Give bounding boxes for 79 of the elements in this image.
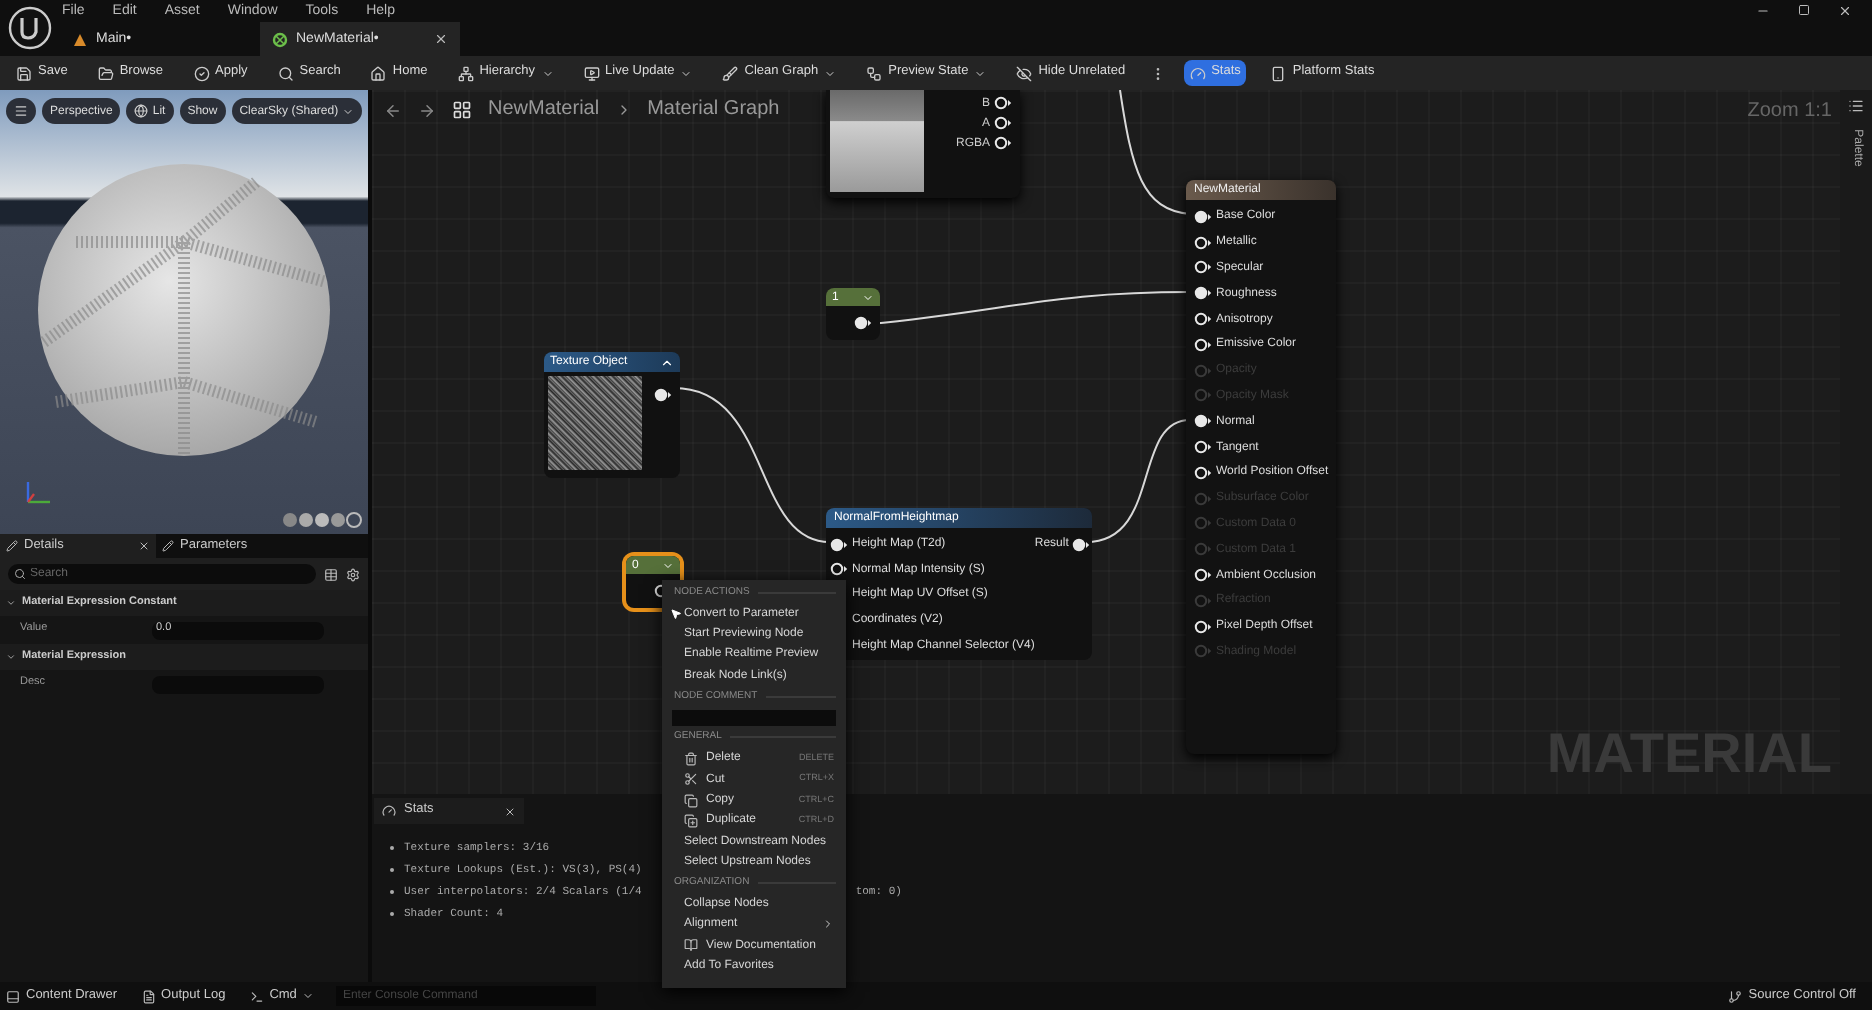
menu-button[interactable] [6,98,36,124]
hierarchy-icon [457,65,474,81]
texture-preview [830,90,924,192]
save-icon [16,65,32,81]
eye-off-icon [1016,65,1033,81]
table-icon[interactable] [324,567,338,581]
caret-icon [974,67,987,79]
logo-icon[interactable] [8,6,52,50]
close-icon[interactable] [504,805,516,817]
pin-icon[interactable] [654,388,672,402]
zoom-level: Zoom 1:1 [1747,102,1832,122]
maximize-icon[interactable] [1798,3,1810,15]
pin-icon[interactable] [1194,337,1212,352]
comment-field[interactable] [672,709,836,726]
collapse-icon[interactable] [660,355,674,369]
preview-shapes-icon[interactable] [282,512,362,528]
caret-icon [541,67,554,79]
caret-icon[interactable] [662,559,674,571]
caret-icon [342,105,355,117]
pin-icon[interactable] [1194,440,1212,455]
pin-icon[interactable] [1194,465,1212,480]
gauge-icon [1189,65,1206,81]
caret-icon[interactable] [862,291,874,303]
graph-canvas[interactable] [372,90,1840,794]
pin-icon[interactable] [1194,312,1212,327]
search-icon [14,568,26,580]
close-icon[interactable] [1838,3,1852,17]
pin-icon[interactable] [1194,286,1212,301]
back-icon[interactable] [384,101,402,119]
cut-icon [684,772,698,787]
home-icon [370,65,387,81]
pin-icon[interactable] [1194,260,1212,275]
pin-icon[interactable] [1194,619,1212,634]
pin-icon[interactable] [994,136,1012,150]
breadcrumb-item[interactable]: Material Graph [647,100,780,120]
close-icon[interactable] [434,32,448,46]
gauge-icon [382,804,396,818]
trash-icon [684,751,698,766]
menu-icon [14,104,28,118]
list-icon[interactable] [1848,98,1864,114]
folder-icon [97,65,114,81]
pin-icon[interactable] [994,96,1012,110]
pin-icon[interactable] [854,316,872,330]
brush-icon [722,65,739,81]
pin-icon[interactable] [1194,568,1212,583]
pin-icon[interactable] [994,116,1012,130]
monitor-icon [583,65,600,81]
flow-icon [866,65,883,81]
axis-icon [24,478,52,506]
graph-icon [452,100,472,120]
caret-icon [680,67,693,79]
connection-wire [1119,90,1191,215]
close-icon[interactable] [138,540,150,552]
pin-icon[interactable] [830,537,848,552]
pencil-icon [6,540,18,552]
pencil-icon [162,540,174,552]
caret-icon [302,990,315,1002]
book-icon [684,938,698,953]
material-output-node[interactable] [1186,180,1336,754]
copy-icon [684,793,698,808]
settings-icon[interactable] [346,567,360,581]
pin-icon[interactable] [1072,537,1091,552]
caret-icon [824,67,837,79]
sphere-icon [134,104,149,118]
texture-preview [548,376,642,470]
pin-icon[interactable] [1194,209,1212,224]
pin-icon[interactable] [830,562,848,577]
drawer-icon [6,989,20,1003]
duplicate-icon [684,813,698,828]
pin-icon[interactable] [1194,235,1212,250]
check-circle-icon [193,65,210,81]
branch-icon [1728,989,1743,1003]
log-icon [141,989,156,1003]
phone-icon [1270,65,1287,81]
breadcrumb-item[interactable]: NewMaterial [488,100,600,120]
pin-icon[interactable] [1194,414,1212,429]
terminal-icon [249,989,264,1003]
search-icon [277,65,294,81]
forward-icon[interactable] [418,101,436,119]
